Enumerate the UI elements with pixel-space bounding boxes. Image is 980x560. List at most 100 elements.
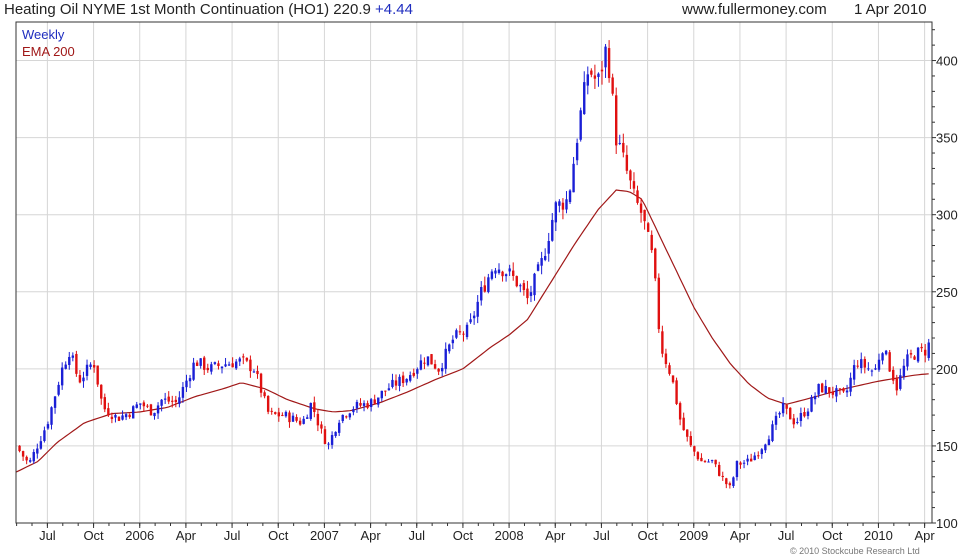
weekly-candle bbox=[405, 378, 408, 386]
weekly-candle bbox=[625, 145, 629, 175]
weekly-candle bbox=[131, 405, 135, 419]
weekly-candle bbox=[458, 325, 462, 335]
candle-body bbox=[195, 362, 199, 366]
candle-body bbox=[877, 359, 881, 370]
weekly-candle bbox=[824, 379, 827, 395]
weekly-candle bbox=[288, 410, 291, 428]
candle-body bbox=[135, 404, 138, 408]
candle-body bbox=[696, 452, 700, 460]
weekly-candle bbox=[849, 372, 852, 397]
weekly-candle bbox=[593, 64, 597, 89]
candle-body bbox=[89, 364, 92, 367]
candle-body bbox=[817, 383, 820, 395]
candle-body bbox=[210, 364, 213, 372]
candle-body bbox=[68, 356, 71, 366]
candle-body bbox=[348, 413, 352, 418]
chart-grid bbox=[16, 22, 932, 523]
candle-body bbox=[32, 451, 35, 462]
weekly-candle bbox=[419, 354, 423, 371]
candle-body bbox=[430, 354, 433, 365]
weekly-candle bbox=[199, 358, 202, 369]
candle-body bbox=[820, 383, 824, 393]
weekly-candle bbox=[551, 212, 554, 242]
weekly-candle bbox=[913, 355, 916, 360]
weekly-candle bbox=[615, 87, 618, 154]
weekly-candle bbox=[306, 414, 309, 419]
weekly-candle bbox=[437, 368, 440, 376]
candle-body bbox=[238, 358, 241, 362]
weekly-candle bbox=[387, 383, 391, 391]
weekly-candle bbox=[529, 285, 533, 303]
weekly-candle bbox=[178, 391, 181, 408]
weekly-candle bbox=[796, 417, 799, 425]
candle-body bbox=[412, 372, 415, 376]
candle-body bbox=[575, 142, 579, 161]
weekly-candle bbox=[398, 374, 401, 392]
x-tick-label: 2010 bbox=[864, 528, 893, 543]
candle-body bbox=[519, 285, 522, 287]
weekly-candle bbox=[210, 361, 213, 375]
weekly-candle bbox=[881, 352, 884, 365]
candle-body bbox=[668, 365, 671, 374]
candle-body bbox=[405, 378, 408, 383]
candle-body bbox=[622, 142, 625, 153]
weekly-candle bbox=[284, 410, 288, 418]
candle-body bbox=[494, 270, 497, 274]
candle-body bbox=[732, 477, 735, 487]
candle-body bbox=[465, 324, 469, 338]
candle-body bbox=[174, 399, 178, 403]
candle-body bbox=[639, 203, 643, 213]
weekly-candle bbox=[636, 185, 639, 205]
weekly-candle bbox=[760, 448, 764, 459]
weekly-candle bbox=[629, 169, 632, 190]
weekly-candle bbox=[377, 397, 380, 408]
candle-body bbox=[401, 375, 405, 384]
candle-body bbox=[142, 402, 146, 407]
weekly-candle bbox=[543, 248, 547, 262]
x-tick-label: Oct bbox=[268, 528, 289, 543]
candle-body bbox=[185, 380, 188, 388]
candle-body bbox=[909, 353, 913, 355]
weekly-candle bbox=[536, 261, 540, 272]
weekly-candle bbox=[266, 395, 270, 415]
candle-body bbox=[249, 359, 252, 372]
weekly-candle bbox=[717, 461, 721, 477]
weekly-candle bbox=[142, 400, 146, 412]
candle-body bbox=[799, 412, 803, 422]
candle-body bbox=[728, 483, 732, 486]
weekly-candle bbox=[828, 387, 831, 398]
candle-body bbox=[341, 414, 344, 422]
weekly-candle bbox=[43, 426, 46, 443]
candle-body bbox=[607, 48, 611, 79]
candle-body bbox=[558, 201, 561, 206]
weekly-candle bbox=[291, 412, 295, 422]
weekly-candle bbox=[274, 411, 277, 415]
candle-body bbox=[252, 371, 256, 373]
candle-body bbox=[96, 365, 99, 385]
candle-body bbox=[234, 361, 238, 369]
candle-body bbox=[611, 77, 614, 94]
candle-body bbox=[686, 429, 689, 437]
weekly-candle bbox=[792, 413, 795, 429]
candle-body bbox=[682, 417, 685, 431]
candle-body bbox=[121, 415, 124, 420]
weekly-candle bbox=[192, 357, 195, 381]
candle-body bbox=[167, 396, 170, 402]
candle-body bbox=[657, 277, 661, 330]
weekly-candle bbox=[270, 407, 273, 415]
x-tick-label: 2008 bbox=[495, 528, 524, 543]
weekly-candle bbox=[121, 410, 124, 421]
weekly-candle bbox=[256, 365, 259, 379]
weekly-candle bbox=[916, 346, 920, 363]
candle-body bbox=[703, 461, 707, 463]
weekly-candle bbox=[572, 156, 575, 193]
candle-body bbox=[508, 268, 511, 272]
candle-body bbox=[675, 380, 678, 404]
candle-body bbox=[636, 190, 639, 203]
candle-body bbox=[387, 388, 391, 391]
weekly-candle bbox=[234, 359, 238, 370]
candle-body bbox=[590, 70, 593, 75]
weekly-candle bbox=[522, 280, 526, 296]
x-tick-label: Apr bbox=[360, 528, 381, 543]
weekly-candle bbox=[927, 338, 930, 361]
